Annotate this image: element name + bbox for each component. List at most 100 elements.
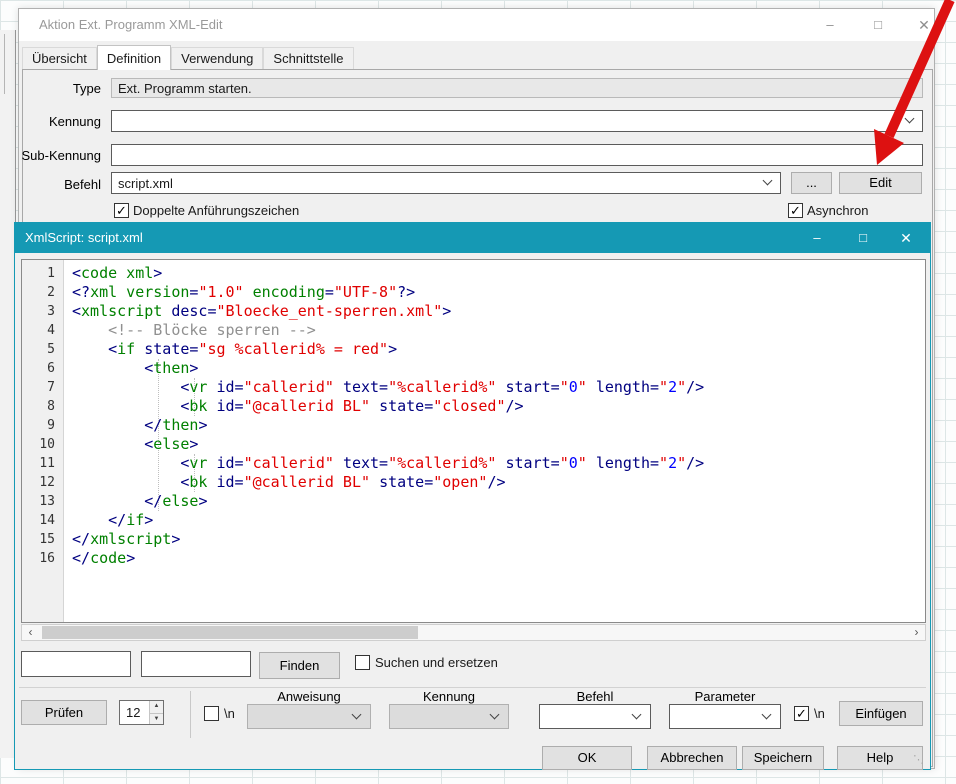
type-label: Type — [21, 81, 101, 96]
befehl-value: script.xml — [112, 173, 780, 194]
sub-kennung-label: Sub-Kennung — [21, 148, 101, 163]
edit-button[interactable]: Edit — [839, 172, 922, 194]
line-number: 5 — [22, 340, 63, 359]
finden-button[interactable]: Finden — [259, 652, 340, 679]
tab-uebersicht[interactable]: Übersicht — [22, 47, 97, 70]
anweisung-label: Anweisung — [247, 689, 371, 704]
close-icon[interactable]: ✕ — [884, 223, 928, 253]
code-line: <vr id="callerid" text="%callerid%" star… — [72, 378, 925, 397]
gutter: 12345678910111213141516 — [22, 260, 64, 622]
anweisung-combobox[interactable] — [247, 704, 371, 729]
browse-button[interactable]: ... — [791, 172, 832, 194]
code-line: </code> — [72, 549, 925, 568]
line-number: 8 — [22, 397, 63, 416]
tab-definition[interactable]: Definition — [97, 45, 171, 70]
code-editor[interactable]: 12345678910111213141516 <code xml><?xml … — [21, 259, 926, 623]
chevron-down-icon[interactable] — [352, 709, 362, 719]
suchen-und-ersetzen-label: Suchen und ersetzen — [375, 655, 498, 671]
befehl-combobox-toolbar[interactable] — [539, 704, 651, 729]
newline-checkbox-1[interactable] — [204, 706, 219, 721]
code-line: </else> — [72, 492, 925, 511]
speichern-button[interactable]: Speichern — [742, 746, 824, 770]
code-line: <then> — [72, 359, 925, 378]
line-number: 10 — [22, 435, 63, 454]
type-field: Ext. Programm starten. — [111, 78, 923, 98]
line-number: 12 — [22, 473, 63, 492]
parameter-combobox[interactable] — [669, 704, 781, 729]
suchen-und-ersetzen-checkbox[interactable] — [355, 655, 370, 670]
sub-kennung-input[interactable] — [112, 145, 922, 165]
doppelte-anfuehrungszeichen-checkbox[interactable]: ✓ — [114, 203, 129, 218]
pruefen-button[interactable]: Prüfen — [21, 700, 107, 725]
spin-up-icon[interactable]: ▲ — [150, 701, 163, 713]
code-line: </xmlscript> — [72, 530, 925, 549]
asynchron-checkbox[interactable]: ✓ — [788, 203, 803, 218]
tab-verwendung[interactable]: Verwendung — [171, 47, 263, 70]
line-number: 7 — [22, 378, 63, 397]
search-input-2[interactable] — [142, 652, 250, 676]
line-number: 11 — [22, 454, 63, 473]
befehl-group-label: Befehl — [539, 689, 651, 704]
minimize-icon[interactable]: – — [795, 223, 839, 253]
xmlscript-window-title: XmlScript: script.xml — [25, 223, 143, 253]
ok-button[interactable]: OK — [542, 746, 632, 770]
kennung-input[interactable] — [112, 111, 922, 131]
xmlscript-editor-window: XmlScript: script.xml – □ ✕ 123456789101… — [14, 222, 931, 770]
doppelte-anfuehrungszeichen-label: Doppelte Anführungszeichen — [133, 203, 299, 219]
search-input-1[interactable] — [22, 652, 130, 676]
close-icon[interactable]: ✕ — [903, 9, 945, 41]
code-line: <xmlscript desc="Bloecke_ent-sperren.xml… — [72, 302, 925, 321]
chevron-down-icon[interactable] — [490, 709, 500, 719]
separator — [19, 687, 926, 688]
resize-grip[interactable]: ⋱ — [913, 754, 925, 766]
befehl-label: Befehl — [21, 177, 101, 192]
tab-schnittstelle[interactable]: Schnittstelle — [263, 47, 353, 70]
code-line: </then> — [72, 416, 925, 435]
maximize-icon[interactable]: □ — [841, 223, 885, 253]
code-line: <bk id="@callerid BL" state="open"/> — [72, 473, 925, 492]
spinner-value: 12 — [126, 701, 140, 724]
asynchron-label: Asynchron — [807, 203, 868, 219]
scroll-right-icon[interactable]: › — [908, 625, 925, 640]
search-field-2[interactable] — [141, 651, 251, 677]
line-number-spinner[interactable]: 12 ▲ ▼ — [119, 700, 164, 725]
spinner-buttons: ▲ ▼ — [149, 701, 163, 724]
line-number: 14 — [22, 511, 63, 530]
scroll-left-icon[interactable]: ‹ — [22, 625, 39, 640]
chevron-down-icon[interactable] — [762, 709, 772, 719]
xmlscript-titlebar[interactable]: XmlScript: script.xml – □ ✕ — [15, 223, 930, 253]
newline-checkbox-2[interactable]: ✓ — [794, 706, 809, 721]
sub-kennung-field[interactable] — [111, 144, 923, 166]
kennung-group-label: Kennung — [389, 689, 509, 704]
einfuegen-button[interactable]: Einfügen — [839, 701, 923, 726]
line-number: 1 — [22, 264, 63, 283]
line-number: 3 — [22, 302, 63, 321]
spin-down-icon[interactable]: ▼ — [150, 713, 163, 725]
code-line: <!-- Blöcke sperren --> — [72, 321, 925, 340]
main-titlebar[interactable]: Aktion Ext. Programm XML-Edit – □ ✕ — [19, 9, 934, 41]
line-number: 2 — [22, 283, 63, 302]
chevron-down-icon[interactable] — [632, 709, 642, 719]
code-lines: <code xml><?xml version="1.0" encoding="… — [72, 264, 925, 568]
line-number: 9 — [22, 416, 63, 435]
scrollbar-thumb[interactable] — [42, 626, 418, 639]
newline-label-2: \n — [814, 706, 825, 722]
horizontal-scrollbar[interactable]: ‹ › — [21, 624, 926, 641]
kennung-combobox[interactable] — [111, 110, 923, 132]
vertical-divider — [190, 691, 191, 738]
minimize-icon[interactable]: – — [809, 9, 851, 41]
code-line: <vr id="callerid" text="%callerid%" star… — [72, 454, 925, 473]
line-number: 13 — [22, 492, 63, 511]
maximize-icon[interactable]: □ — [857, 9, 899, 41]
main-window-title: Aktion Ext. Programm XML-Edit — [39, 9, 223, 41]
search-field-1[interactable] — [21, 651, 131, 677]
code-line: </if> — [72, 511, 925, 530]
abbrechen-button[interactable]: Abbrechen — [647, 746, 737, 770]
code-line: <bk id="@callerid BL" state="closed"/> — [72, 397, 925, 416]
tab-strip: Übersicht Definition Verwendung Schnitts… — [22, 47, 354, 70]
help-button[interactable]: Help — [837, 746, 923, 770]
kennung-combobox-toolbar[interactable] — [389, 704, 509, 729]
code-line: <?xml version="1.0" encoding="UTF-8"?> — [72, 283, 925, 302]
befehl-combobox[interactable]: script.xml — [111, 172, 781, 194]
line-number: 6 — [22, 359, 63, 378]
